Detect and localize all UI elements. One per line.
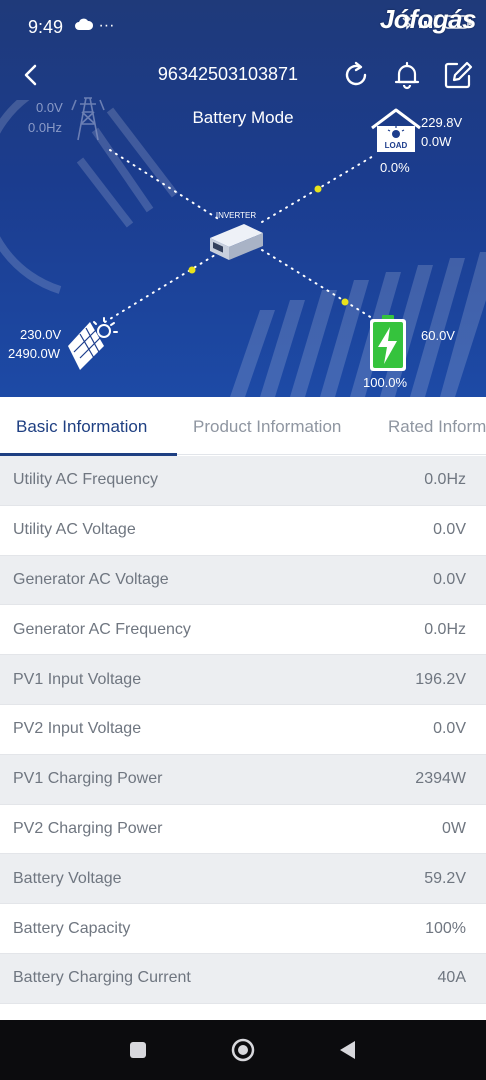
recents-nav-icon[interactable]: [125, 1037, 151, 1063]
tower-icon: [71, 97, 105, 141]
solar-panel-icon: [68, 317, 118, 370]
row-value: 0.0Hz: [424, 620, 466, 638]
row-value: 2394W: [415, 770, 466, 788]
load-voltage: 229.8V: [421, 115, 463, 130]
battery-voltage: 60.0V: [421, 328, 455, 343]
load-percent: 0.0%: [380, 160, 410, 175]
inverter-icon: [210, 224, 263, 260]
row-label: Battery Charging Current: [13, 969, 191, 987]
home-nav-icon[interactable]: [230, 1037, 256, 1063]
row-value: 59.2V: [424, 869, 466, 887]
row-value: 0.0V: [433, 521, 466, 539]
back-nav-icon[interactable]: [335, 1037, 361, 1063]
load-flow-dot: [314, 185, 322, 193]
list-item: Generator AC Frequency 0.0Hz: [0, 605, 486, 656]
row-value: 196.2V: [415, 670, 466, 688]
system-navigation-bar: [0, 1020, 486, 1080]
info-tabs: Basic Information Product Information Ra…: [0, 397, 486, 455]
grid-frequency: 0.0Hz: [28, 120, 62, 135]
row-label: PV2 Charging Power: [13, 819, 163, 837]
solar-flow-line: [104, 254, 216, 323]
battery-icon: [370, 315, 406, 371]
solar-voltage: 230.0V: [20, 327, 62, 342]
row-label: PV1 Input Voltage: [13, 670, 142, 688]
row-label: Battery Voltage: [13, 869, 122, 887]
power-flow-panel: 9:49 ··· Jófogás 96342503103871 Battery …: [0, 0, 486, 397]
tab-rated-information[interactable]: Rated Information: [388, 417, 486, 437]
list-item: Utility AC Frequency 0.0Hz: [0, 456, 486, 506]
tab-basic-information[interactable]: Basic Information: [16, 417, 147, 437]
grid-voltage: 0.0V: [36, 100, 63, 115]
row-value: 100%: [425, 919, 466, 937]
inverter-label: INVERTER: [216, 211, 257, 220]
list-item: Generator AC Voltage 0.0V: [0, 555, 486, 606]
grid-flow-line: [109, 149, 221, 221]
battery-percent: 100.0%: [363, 375, 408, 390]
list-item: Utility AC Voltage 0.0V: [0, 505, 486, 556]
row-label: Generator AC Frequency: [13, 620, 191, 638]
battery-flow-dot: [341, 298, 349, 306]
tab-product-information[interactable]: Product Information: [193, 417, 341, 437]
row-label: Utility AC Voltage: [13, 521, 136, 539]
row-label: PV1 Charging Power: [13, 770, 163, 788]
list-item: PV1 Charging Power 2394W: [0, 754, 486, 805]
row-label: Generator AC Voltage: [13, 570, 169, 588]
list-item: Battery Capacity 100%: [0, 904, 486, 954]
solar-flow-dot: [188, 266, 196, 274]
solar-power: 2490.0W: [8, 346, 61, 361]
list-item: Battery Charging Current 40A: [0, 953, 486, 1004]
row-label: PV2 Input Voltage: [13, 720, 142, 738]
row-value: 0.0V: [433, 570, 466, 588]
basic-info-list: Utility AC Frequency 0.0Hz Utility AC Vol…: [0, 456, 486, 1004]
battery-flow-line: [261, 249, 373, 319]
row-label: Utility AC Frequency: [13, 471, 158, 489]
row-label: Battery Capacity: [13, 919, 131, 937]
house-label-text: LOAD: [385, 141, 408, 150]
row-value: 0W: [442, 819, 466, 837]
list-item: PV1 Input Voltage 196.2V: [0, 655, 486, 705]
row-value: 0.0Hz: [424, 471, 466, 489]
list-item: PV2 Charging Power 0W: [0, 804, 486, 855]
row-value: 0.0V: [433, 720, 466, 738]
load-power: 0.0W: [421, 134, 452, 149]
row-value: 40A: [437, 969, 466, 987]
list-item: Battery Voltage 59.2V: [0, 854, 486, 905]
flow-diagram: LOAD INVERTER: [68, 97, 421, 371]
list-item: PV2 Input Voltage 0.0V: [0, 704, 486, 755]
